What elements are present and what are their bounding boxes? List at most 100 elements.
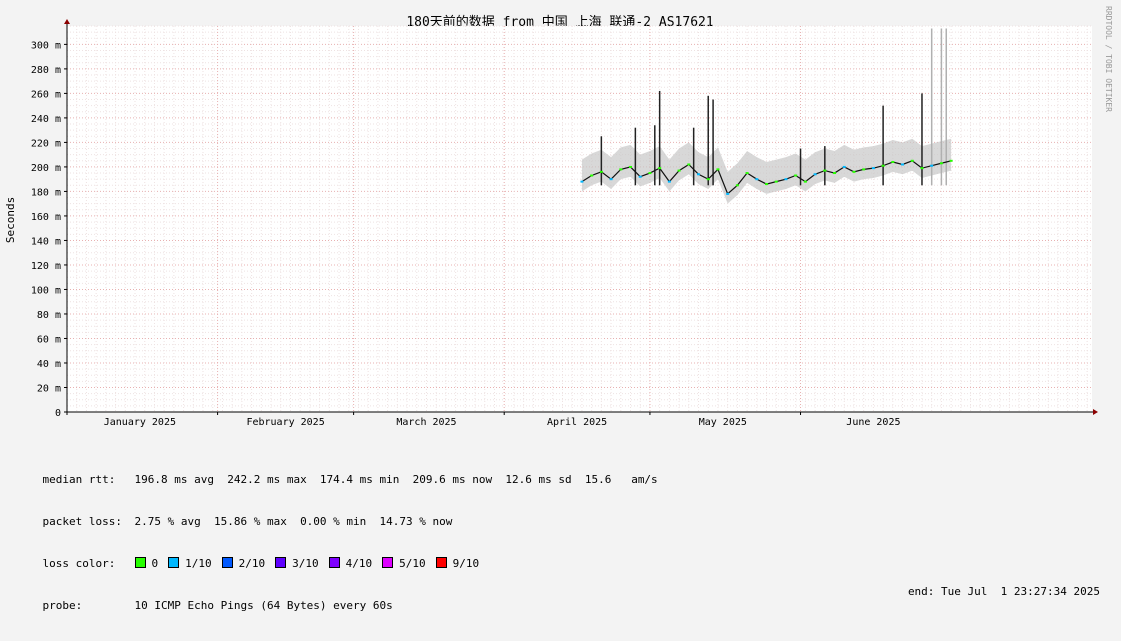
end-time: end: Tue Jul 1 23:27:34 2025 bbox=[907, 585, 1100, 598]
median-point bbox=[852, 170, 856, 173]
median-rtt-row: median rtt: 196.8 ms avg 242.2 ms max 174… bbox=[16, 459, 1116, 486]
y-tick-label: 160 m bbox=[31, 212, 61, 223]
loss-swatch-label: 1/10 bbox=[185, 557, 212, 570]
packet-loss-values: 2.75 % avg 15.86 % max 0.00 % min 14.73 … bbox=[134, 515, 453, 528]
y-tick-label: 180 m bbox=[31, 187, 61, 198]
median-rtt-values: 196.8 ms avg 242.2 ms max 174.4 ms min 2… bbox=[134, 473, 658, 486]
median-point bbox=[658, 167, 662, 170]
probe-row: probe: 10 ICMP Echo Pings (64 Bytes) ever… bbox=[16, 585, 1116, 612]
y-tick-label: 300 m bbox=[31, 40, 61, 51]
median-point bbox=[842, 165, 846, 168]
median-point bbox=[735, 184, 739, 187]
median-point bbox=[619, 168, 623, 171]
loss-swatch bbox=[168, 557, 180, 568]
median-point bbox=[629, 165, 633, 168]
loss-swatch bbox=[328, 557, 340, 568]
median-point bbox=[765, 183, 769, 186]
median-point bbox=[803, 180, 807, 183]
y-tick-label: 40 m bbox=[37, 359, 61, 370]
median-point bbox=[891, 161, 895, 164]
y-tick-label: 240 m bbox=[31, 114, 61, 125]
y-tick-label: 200 m bbox=[31, 163, 61, 174]
median-point bbox=[648, 172, 652, 175]
median-point bbox=[687, 163, 691, 166]
x-axis-arrow bbox=[1093, 409, 1098, 415]
loss-legend-item: 3/10 bbox=[275, 557, 319, 571]
median-point bbox=[716, 168, 720, 171]
x-tick-label: March 2025 bbox=[396, 417, 456, 428]
latency-chart: 180天前的数据 from 中国 上海 联通-2 AS17621 RRDTOOL… bbox=[4, 6, 1113, 428]
median-point bbox=[794, 174, 798, 177]
median-point bbox=[599, 170, 603, 173]
loss-legend-item: 9/10 bbox=[435, 557, 480, 571]
loss-swatch-label: 3/10 bbox=[292, 557, 319, 570]
loss-legend-item: 0 bbox=[134, 557, 159, 571]
x-tick-label: February 2025 bbox=[246, 417, 324, 428]
median-point bbox=[920, 167, 924, 170]
loss-swatch bbox=[275, 557, 287, 568]
x-tick-label: April 2025 bbox=[547, 417, 607, 428]
y-tick-label: 120 m bbox=[31, 261, 61, 272]
y-tick-label: 260 m bbox=[31, 89, 61, 100]
median-point bbox=[939, 162, 943, 165]
median-point bbox=[901, 163, 905, 166]
median-point bbox=[667, 180, 671, 183]
median-point bbox=[910, 159, 914, 162]
median-point bbox=[590, 174, 594, 177]
loss-swatch bbox=[221, 557, 233, 568]
loss-swatch-label: 0 bbox=[151, 557, 159, 570]
probe-value: 10 ICMP Echo Pings (64 Bytes) every 60s bbox=[134, 599, 393, 612]
median-point bbox=[881, 164, 885, 167]
loss-color-legend: 0 1/10 2/10 3/10 4/10 5/10 9/10 bbox=[134, 557, 490, 571]
loss-legend-item: 1/10 bbox=[168, 557, 212, 571]
median-point bbox=[833, 172, 837, 175]
median-point bbox=[745, 172, 749, 175]
median-point bbox=[813, 173, 817, 176]
y-tick-label: 0 bbox=[55, 408, 61, 419]
median-point bbox=[580, 180, 584, 183]
x-tick-label: June 2025 bbox=[846, 417, 900, 428]
loss-color-label: loss color: bbox=[42, 557, 116, 570]
loss-swatch-label: 5/10 bbox=[399, 557, 426, 570]
loss-swatch bbox=[435, 557, 447, 568]
y-axis-ticks: 0 20 m 40 m 60 m 80 m 100 m 120 m 140 m 160 m 180… bbox=[31, 40, 67, 419]
y-tick-label: 140 m bbox=[31, 236, 61, 247]
loss-swatch bbox=[134, 557, 146, 568]
y-tick-label: 20 m bbox=[37, 383, 61, 394]
stats-panel: median rtt: 196.8 ms avg 242.2 ms max 174… bbox=[16, 431, 1116, 613]
y-tick-label: 100 m bbox=[31, 285, 61, 296]
median-point bbox=[784, 178, 788, 181]
median-point bbox=[949, 159, 953, 162]
x-axis-labels: January 2025 February 2025 March 2025 April… bbox=[66, 412, 900, 428]
x-tick-label: January 2025 bbox=[104, 417, 176, 428]
loss-swatch-label: 4/10 bbox=[345, 557, 373, 570]
loss-swatch-label: 2/10 bbox=[238, 557, 266, 570]
median-rtt-label: median rtt: bbox=[42, 473, 116, 486]
x-tick-label: May 2025 bbox=[699, 417, 747, 428]
packet-loss-label: packet loss: bbox=[42, 515, 122, 528]
loss-color-row: loss color: 0 1/10 2/10 3/10 4/10 5/10 9/10 bbox=[16, 543, 1116, 570]
median-point bbox=[862, 168, 866, 171]
y-axis-label: Seconds bbox=[4, 197, 17, 243]
y-tick-label: 280 m bbox=[31, 65, 61, 76]
median-point bbox=[697, 173, 701, 176]
y-tick-label: 80 m bbox=[37, 310, 61, 321]
packet-loss-row: packet loss: 2.75 % avg 15.86 % max 0.00 … bbox=[16, 501, 1116, 528]
loss-legend-item: 5/10 bbox=[382, 557, 426, 571]
median-point bbox=[930, 164, 934, 167]
y-tick-label: 60 m bbox=[37, 334, 61, 345]
median-point bbox=[726, 192, 730, 195]
probe-label: probe: bbox=[42, 599, 83, 612]
loss-swatch-label: 9/10 bbox=[452, 557, 480, 570]
loss-swatch bbox=[382, 557, 394, 568]
median-point bbox=[638, 175, 642, 178]
loss-legend-item: 4/10 bbox=[328, 557, 373, 571]
median-point bbox=[823, 169, 827, 172]
median-point bbox=[677, 169, 681, 172]
median-point bbox=[609, 178, 613, 181]
median-point bbox=[871, 167, 875, 170]
median-point bbox=[755, 178, 759, 181]
median-point bbox=[774, 180, 778, 183]
rrdtool-watermark: RRDTOOL / TOBI OETIKER bbox=[1104, 6, 1113, 112]
plot-background bbox=[67, 26, 1092, 412]
